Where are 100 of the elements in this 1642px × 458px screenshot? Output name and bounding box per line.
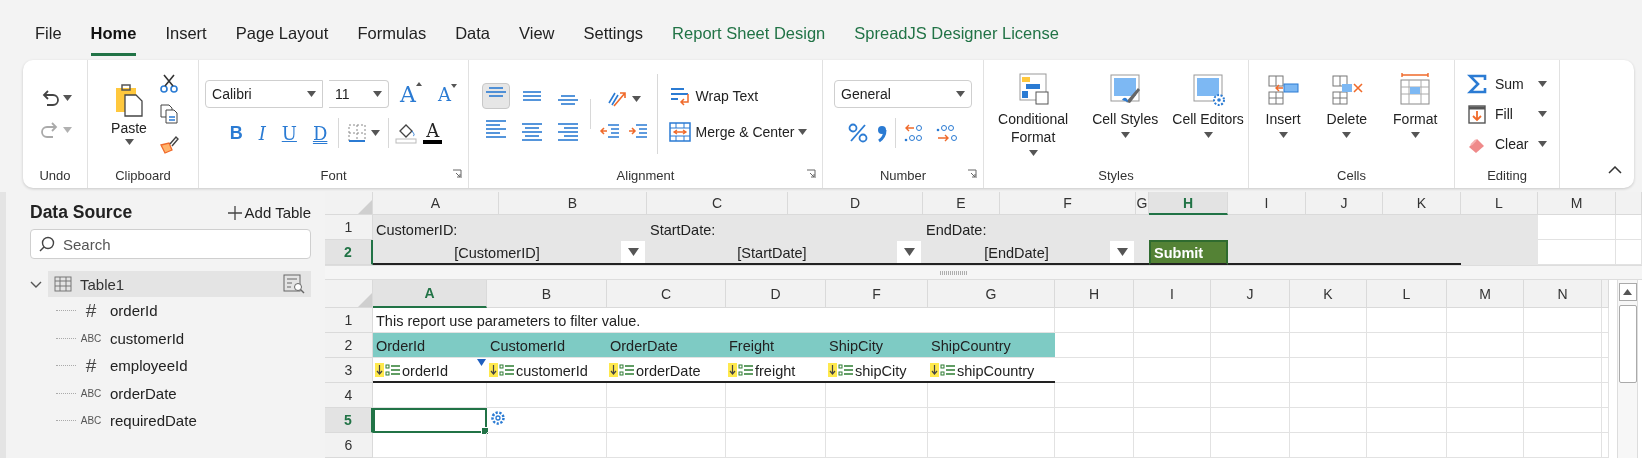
editing-button[interactable]: Fill bbox=[1467, 103, 1547, 125]
borders-button[interactable] bbox=[345, 121, 383, 145]
column-header[interactable]: I bbox=[1134, 280, 1211, 308]
cells-button[interactable]: Delete bbox=[1322, 70, 1372, 141]
column-header[interactable]: K bbox=[1290, 280, 1367, 308]
font-color-button[interactable]: A bbox=[423, 122, 443, 144]
fill-color-icon[interactable] bbox=[395, 122, 418, 144]
editing-button[interactable]: Clear bbox=[1467, 133, 1547, 155]
fill-handle[interactable] bbox=[481, 427, 489, 435]
row-header[interactable]: 3 bbox=[325, 358, 373, 383]
column-header[interactable]: A bbox=[373, 192, 499, 215]
add-table-button[interactable]: Add Table bbox=[227, 204, 311, 221]
merge-center-button[interactable]: Merge & Center bbox=[665, 119, 810, 145]
field-item[interactable]: ABC requiredDate bbox=[56, 407, 311, 435]
editing-button[interactable]: Sum bbox=[1467, 73, 1547, 95]
row-header[interactable]: 1 bbox=[325, 308, 373, 333]
column-header[interactable]: B bbox=[487, 280, 607, 308]
scrollbar[interactable] bbox=[1617, 280, 1638, 458]
preview-icon[interactable] bbox=[283, 274, 305, 294]
row-header[interactable]: 4 bbox=[325, 383, 373, 408]
column-header[interactable]: L bbox=[1367, 280, 1447, 308]
dropdown-button[interactable] bbox=[897, 240, 921, 263]
column-header[interactable]: D bbox=[788, 192, 923, 215]
row-header[interactable]: 1 bbox=[325, 215, 373, 240]
menu-tab[interactable]: File bbox=[35, 16, 62, 56]
column-header[interactable]: H bbox=[1149, 192, 1228, 215]
column-header[interactable]: C bbox=[647, 192, 788, 215]
underline-button[interactable]: U bbox=[276, 122, 302, 144]
column-header[interactable]: L bbox=[1461, 192, 1538, 215]
column-header[interactable]: I bbox=[1228, 192, 1306, 215]
column-header[interactable]: G bbox=[1136, 192, 1149, 215]
styles-button[interactable]: Cell Editors bbox=[1168, 70, 1248, 141]
dropdown-button[interactable] bbox=[621, 240, 645, 263]
row-header[interactable]: 2 bbox=[325, 333, 373, 358]
copy-icon[interactable] bbox=[158, 104, 179, 124]
double-underline-button[interactable]: D bbox=[307, 122, 333, 144]
menu-link[interactable]: SpreadJS Designer License bbox=[854, 16, 1059, 56]
wrap-text-button[interactable]: Wrap Text bbox=[665, 83, 761, 109]
menu-link[interactable]: Report Sheet Design bbox=[672, 16, 826, 56]
column-header[interactable]: E bbox=[923, 192, 1000, 215]
styles-button[interactable]: Conditional Format bbox=[984, 70, 1083, 159]
dropdown-button[interactable] bbox=[1110, 240, 1134, 263]
percent-icon[interactable] bbox=[846, 122, 869, 144]
caret-icon[interactable] bbox=[1623, 289, 1632, 295]
font-size-dropdown[interactable]: 11 bbox=[329, 80, 390, 108]
column-header[interactable]: J bbox=[1306, 192, 1383, 215]
column-header[interactable]: N bbox=[1524, 280, 1602, 308]
row-header[interactable]: 6 bbox=[325, 433, 373, 458]
menu-tab[interactable]: View bbox=[519, 16, 555, 56]
scroll-up-button[interactable] bbox=[1618, 283, 1637, 301]
field-item[interactable]: # orderId bbox=[56, 297, 311, 325]
parameter-field[interactable]: [CustomerID] bbox=[373, 240, 647, 265]
align-top-button[interactable] bbox=[481, 83, 510, 109]
column-header[interactable]: F bbox=[1000, 192, 1136, 215]
column-header[interactable]: G bbox=[928, 280, 1055, 308]
font-name-dropdown[interactable]: Calibri bbox=[205, 80, 324, 108]
menu-tab[interactable]: Formulas bbox=[357, 16, 427, 56]
decrease-indent-icon[interactable] bbox=[598, 121, 621, 141]
menu-tab[interactable]: Settings bbox=[583, 16, 644, 56]
styles-button[interactable]: Cell Styles bbox=[1088, 70, 1163, 141]
launcher-icon[interactable] bbox=[806, 169, 816, 179]
shrink-font-button[interactable]: A bbox=[432, 83, 462, 105]
cells-button[interactable]: Format bbox=[1389, 70, 1442, 141]
column-header[interactable]: C bbox=[607, 280, 726, 308]
column-header[interactable]: B bbox=[499, 192, 647, 215]
field-item[interactable]: ABC customerId bbox=[56, 324, 311, 352]
format-painter-icon[interactable] bbox=[158, 134, 179, 154]
cut-icon[interactable] bbox=[158, 74, 179, 94]
paste-button[interactable]: Paste bbox=[107, 80, 151, 148]
menu-tab[interactable]: Insert bbox=[165, 16, 207, 56]
parameter-field[interactable]: [EndDate] bbox=[923, 240, 1136, 265]
submit-button[interactable]: Submit bbox=[1149, 240, 1228, 265]
column-header[interactable]: M bbox=[1538, 192, 1616, 215]
column-header[interactable]: A bbox=[373, 280, 487, 308]
row-header[interactable]: 2 bbox=[325, 240, 373, 265]
italic-button[interactable]: I bbox=[253, 122, 271, 144]
search-field[interactable]: Search bbox=[30, 229, 311, 259]
scrollbar-thumb[interactable] bbox=[1618, 305, 1637, 383]
number-format-dropdown[interactable]: General bbox=[834, 80, 972, 108]
menu-tab[interactable]: Page Layout bbox=[235, 16, 329, 56]
launcher-icon[interactable] bbox=[452, 169, 462, 179]
column-header[interactable]: H bbox=[1055, 280, 1134, 308]
tree-item[interactable]: Table1 bbox=[48, 271, 311, 297]
collapse-ribbon-icon[interactable] bbox=[1608, 166, 1622, 174]
increase-indent-icon[interactable] bbox=[626, 121, 649, 141]
parameter-field[interactable]: [StartDate] bbox=[647, 240, 923, 265]
row-header[interactable]: 5 bbox=[325, 408, 373, 433]
column-header[interactable]: D bbox=[726, 280, 826, 308]
bold-button[interactable]: B bbox=[224, 122, 248, 144]
cells-button[interactable]: Insert bbox=[1261, 70, 1305, 141]
column-header[interactable]: J bbox=[1211, 280, 1290, 308]
field-item[interactable]: # employeeId bbox=[56, 352, 311, 380]
column-header[interactable]: F bbox=[826, 280, 928, 308]
menu-tab[interactable]: Home bbox=[90, 16, 137, 56]
column-header[interactable]: K bbox=[1383, 192, 1461, 215]
menu-tab[interactable]: Data bbox=[455, 16, 490, 56]
grow-font-button[interactable]: A bbox=[395, 81, 427, 107]
gear-icon[interactable] bbox=[490, 410, 506, 426]
launcher-icon[interactable] bbox=[967, 169, 977, 179]
field-item[interactable]: ABC orderDate bbox=[56, 379, 311, 407]
